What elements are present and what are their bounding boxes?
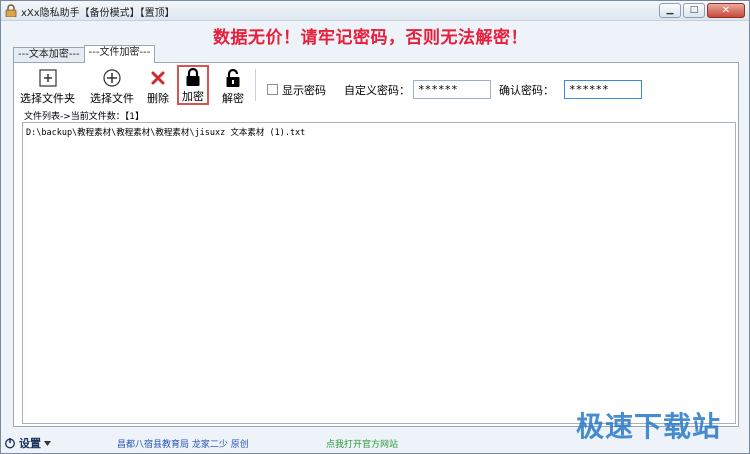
select-folder-button[interactable]: 选择文件夹 (20, 67, 75, 106)
tab-bar: ---文本加密--- ---文件加密--- (13, 45, 156, 63)
tab-file-encrypt[interactable]: ---文件加密--- (83, 45, 156, 63)
select-file-label: 选择文件 (90, 92, 134, 105)
maximize-icon: □ (689, 5, 699, 15)
delete-label: 删除 (147, 92, 169, 105)
custom-password-input[interactable]: ****** (413, 80, 491, 99)
toolbar-separator (255, 69, 256, 101)
settings-label: 设置 (19, 437, 41, 450)
caret-down-icon (44, 440, 51, 446)
encrypt-label: 加密 (182, 90, 204, 103)
add-file-icon (103, 69, 121, 87)
author-credit: 昌都八宿县教育局 龙家二少 原创 (117, 440, 249, 450)
delete-button[interactable]: 删除 (147, 67, 169, 106)
watermark: 极速下载站 (576, 410, 722, 443)
settings-menu-button[interactable]: 设置 (4, 435, 51, 451)
file-encrypt-panel: 选择文件夹 选择文件 删除 加密 解密 显示密码 自定义密码： ****** 确… (13, 62, 739, 427)
decrypt-button[interactable]: 解密 (222, 67, 244, 106)
list-item[interactable]: D:\backup\教程素材\教程素材\教程素材\jisuxz 文本素材 (1)… (26, 126, 305, 138)
file-count-header: 文件列表->当前文件数：【1】 (24, 112, 145, 122)
official-site-link[interactable]: 点我打开官方网站 (326, 437, 398, 450)
file-list[interactable]: D:\backup\教程素材\教程素材\教程素材\jisuxz 文本素材 (1)… (22, 122, 736, 424)
minimize-icon: ▁ (666, 5, 674, 15)
show-password-label[interactable]: 显示密码 (282, 82, 326, 98)
unlock-icon (226, 68, 240, 87)
tab-text-encrypt[interactable]: ---文本加密--- (13, 47, 85, 63)
encrypt-button[interactable]: 加密 (177, 65, 209, 105)
select-folder-label: 选择文件夹 (20, 92, 75, 105)
title-bar[interactable]: xXx隐私助手【备份模式】【置顶】 ▁ □ ✕ (1, 1, 749, 21)
decrypt-label: 解密 (222, 92, 244, 105)
confirm-password-input[interactable]: ****** (564, 80, 642, 99)
maximize-button[interactable]: □ (683, 3, 705, 18)
custom-password-label: 自定义密码： (344, 84, 410, 97)
power-icon (5, 438, 15, 449)
window-title: xXx隐私助手【备份模式】【置顶】 (21, 8, 175, 19)
select-file-button[interactable]: 选择文件 (90, 67, 134, 106)
lock-app-icon (5, 4, 17, 17)
show-password-checkbox[interactable] (267, 84, 278, 95)
close-button[interactable]: ✕ (707, 3, 745, 18)
lock-icon (186, 67, 200, 86)
add-folder-icon (38, 69, 57, 87)
toolbar: 选择文件夹 选择文件 删除 加密 解密 显示密码 自定义密码： ****** 确… (14, 65, 738, 107)
confirm-password-label: 确认密码： (499, 84, 554, 97)
main-window: xXx隐私助手【备份模式】【置顶】 ▁ □ ✕ 数据无价！请牢记密码，否则无法解… (0, 0, 750, 454)
delete-x-icon (151, 71, 165, 85)
close-icon: ✕ (721, 4, 731, 16)
minimize-button[interactable]: ▁ (659, 3, 681, 18)
password-warning: 数据无价！请牢记密码，否则无法解密！ (213, 28, 528, 48)
